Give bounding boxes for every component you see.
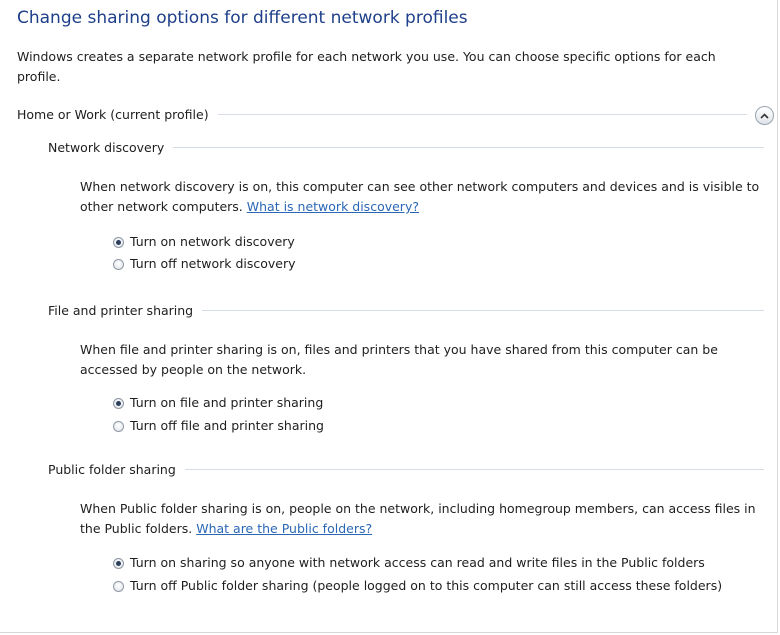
turn-on-public-folder-sharing-option[interactable]: Turn on sharing so anyone with network a… xyxy=(113,553,777,573)
profile-label: Home or Work (current profile) xyxy=(17,106,209,122)
advanced-sharing-settings-panel: Change sharing options for different net… xyxy=(0,0,778,633)
file-printer-sharing-divider xyxy=(202,309,764,311)
turn-off-network-discovery-option[interactable]: Turn off network discovery xyxy=(113,254,296,274)
turn-on-network-discovery-option[interactable]: Turn on network discovery xyxy=(113,232,295,252)
network-discovery-description: When network discovery is on, this compu… xyxy=(80,177,770,217)
file-printer-sharing-header: File and printer sharing xyxy=(48,300,764,320)
turn-on-public-folder-sharing-radio[interactable] xyxy=(113,558,124,569)
turn-on-file-printer-sharing-label: Turn on file and printer sharing xyxy=(130,395,324,410)
turn-off-public-folder-sharing-label: Turn off Public folder sharing (people l… xyxy=(130,578,723,593)
turn-off-public-folder-sharing-option[interactable]: Turn off Public folder sharing (people l… xyxy=(113,576,753,596)
network-discovery-divider xyxy=(173,146,764,148)
intro-text: Windows creates a separate network profi… xyxy=(17,49,716,84)
what-are-public-folders-link[interactable]: What are the Public folders? xyxy=(196,521,372,536)
turn-off-file-printer-sharing-label: Turn off file and printer sharing xyxy=(130,418,324,433)
turn-on-file-printer-sharing-option[interactable]: Turn on file and printer sharing xyxy=(113,393,323,413)
network-discovery-heading: Network discovery xyxy=(48,139,165,155)
turn-off-network-discovery-radio[interactable] xyxy=(113,259,124,270)
public-folder-sharing-heading: Public folder sharing xyxy=(48,461,176,477)
public-folder-sharing-header: Public folder sharing xyxy=(48,459,764,479)
chevron-up-icon xyxy=(760,109,769,122)
profile-header: Home or Work (current profile) xyxy=(17,104,747,124)
profile-divider xyxy=(217,113,747,115)
page-title: Change sharing options for different net… xyxy=(17,8,468,28)
public-folder-sharing-divider xyxy=(184,468,764,470)
turn-on-network-discovery-label: Turn on network discovery xyxy=(130,234,295,249)
network-discovery-header: Network discovery xyxy=(48,137,764,157)
file-printer-sharing-heading: File and printer sharing xyxy=(48,302,194,318)
turn-off-file-printer-sharing-option[interactable]: Turn off file and printer sharing xyxy=(113,416,324,436)
turn-off-public-folder-sharing-radio[interactable] xyxy=(113,581,124,592)
public-folder-sharing-text: When Public folder sharing is on, people… xyxy=(80,501,756,536)
turn-on-network-discovery-radio[interactable] xyxy=(113,237,124,248)
network-discovery-text: When network discovery is on, this compu… xyxy=(80,179,760,214)
turn-on-public-folder-sharing-label: Turn on sharing so anyone with network a… xyxy=(130,555,705,570)
public-folder-sharing-description: When Public folder sharing is on, people… xyxy=(80,499,770,539)
file-printer-sharing-description: When file and printer sharing is on, fil… xyxy=(80,340,770,380)
turn-on-file-printer-sharing-radio[interactable] xyxy=(113,398,124,409)
what-is-network-discovery-link[interactable]: What is network discovery? xyxy=(247,199,419,214)
turn-off-network-discovery-label: Turn off network discovery xyxy=(130,256,296,271)
collapse-profile-button[interactable] xyxy=(755,106,774,125)
file-printer-sharing-text: When file and printer sharing is on, fil… xyxy=(80,342,718,377)
turn-off-file-printer-sharing-radio[interactable] xyxy=(113,421,124,432)
